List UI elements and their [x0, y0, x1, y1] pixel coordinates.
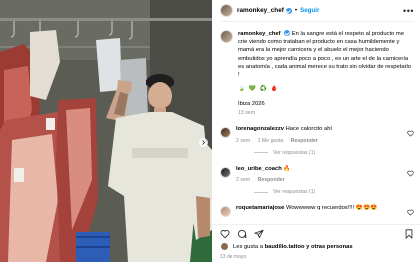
heart-icon[interactable] [220, 229, 230, 239]
comment-text: Hace calorcito ahí [285, 126, 333, 133]
more-options-icon[interactable]: ••• [403, 6, 414, 16]
comment-body: lorenagonzalezzv Hace calorcito ahí [236, 126, 332, 133]
comment-text: 🔥 [283, 165, 291, 172]
author-avatar[interactable] [220, 4, 233, 17]
liker-avatar[interactable] [220, 242, 229, 251]
action-bar [220, 225, 414, 242]
caption-time: 13 sem [238, 110, 256, 117]
view-replies-link[interactable]: Ver respuestas (1) [254, 189, 414, 195]
instagram-post: ramonkey_chef • Seguir ••• ramonkey_chef… [0, 0, 420, 262]
comment-meta: 2 sem Responder [236, 177, 291, 183]
post-date: 13 de mayo [220, 254, 247, 260]
comment-username[interactable]: lorenagonzalezzv [236, 126, 284, 132]
comment-reply-button[interactable]: Responder [258, 177, 285, 183]
comment-body: roquetamariajose Wowwwww q recuerdos!!!!… [236, 205, 377, 212]
comment-heart-icon[interactable] [407, 209, 414, 216]
commenter-avatar[interactable] [220, 127, 231, 139]
caption-emojis: 🍃 💚 ♻️ 🩸 [238, 86, 279, 93]
follow-button[interactable]: Seguir [300, 7, 319, 14]
comment-heart-icon[interactable] [407, 170, 414, 177]
caption-avatar[interactable] [220, 30, 233, 43]
likes-suffix[interactable]: y otras personas [306, 244, 352, 250]
share-icon[interactable] [254, 229, 264, 239]
header-separator: • [294, 7, 298, 14]
caption-body: En la sangre está el respeto al producto… [238, 31, 412, 79]
post-footer: Les gusta a baudilio.tattoo y otras pers… [212, 224, 420, 262]
comment-username[interactable]: roquetamariajose [236, 205, 284, 211]
carousel-next-icon [202, 140, 206, 145]
verified-badge-icon [285, 7, 292, 14]
caption-username[interactable]: ramonkey_chef [238, 31, 281, 37]
carousel-next-button[interactable] [199, 138, 208, 147]
comment-username[interactable]: leo_uribe_coach [236, 166, 282, 172]
comment-body: leo_uribe_coach 🔥 [236, 166, 291, 173]
author-username[interactable]: ramonkey_chef [237, 7, 284, 14]
caption-verified-badge-icon [284, 30, 291, 37]
comment-likes[interactable]: 1 Me gusta [258, 138, 284, 144]
comment-icon[interactable] [237, 229, 247, 239]
likes-summary: Les gusta a baudilio.tattoo y otras pers… [220, 242, 414, 251]
likes-user[interactable]: baudilio.tattoo [265, 244, 305, 250]
likes-prefix: Les gusta a [233, 243, 263, 250]
comment-text: Wowwwww q recuerdos!!!! 😍😍😍 [285, 205, 378, 212]
bookmark-icon[interactable] [404, 228, 414, 239]
caption-location: Ibiza 2026 [238, 101, 265, 108]
caption: ramonkey_chef En la sangre está el respe… [220, 30, 414, 79]
post-photo[interactable] [0, 0, 212, 262]
comment-time: 2 sem [236, 137, 251, 144]
commenter-avatar[interactable] [220, 166, 231, 178]
post-side-panel: ramonkey_chef • Seguir ••• ramonkey_chef… [212, 0, 420, 262]
comment-item: lorenagonzalezzv Hace calorcito ahí 2 se… [220, 126, 414, 144]
comment-reply-button[interactable]: Responder [291, 138, 318, 144]
comment-time: 2 sem [236, 177, 251, 184]
butcher-shop-photo [0, 0, 212, 262]
comment-item: roquetamariajose Wowwwww q recuerdos!!!!… [220, 205, 414, 218]
view-replies-link[interactable]: Ver respuestas (1) [254, 150, 414, 156]
commenter-avatar[interactable] [220, 206, 231, 218]
comment-meta: 2 sem 1 Me gusta Responder [236, 138, 332, 144]
post-header: ramonkey_chef • Seguir ••• [220, 0, 414, 22]
comment-item: leo_uribe_coach 🔥 2 sem Responder [220, 166, 414, 183]
caption-text-block: ramonkey_chef En la sangre está el respe… [238, 30, 414, 79]
comment-heart-icon[interactable] [407, 130, 414, 137]
